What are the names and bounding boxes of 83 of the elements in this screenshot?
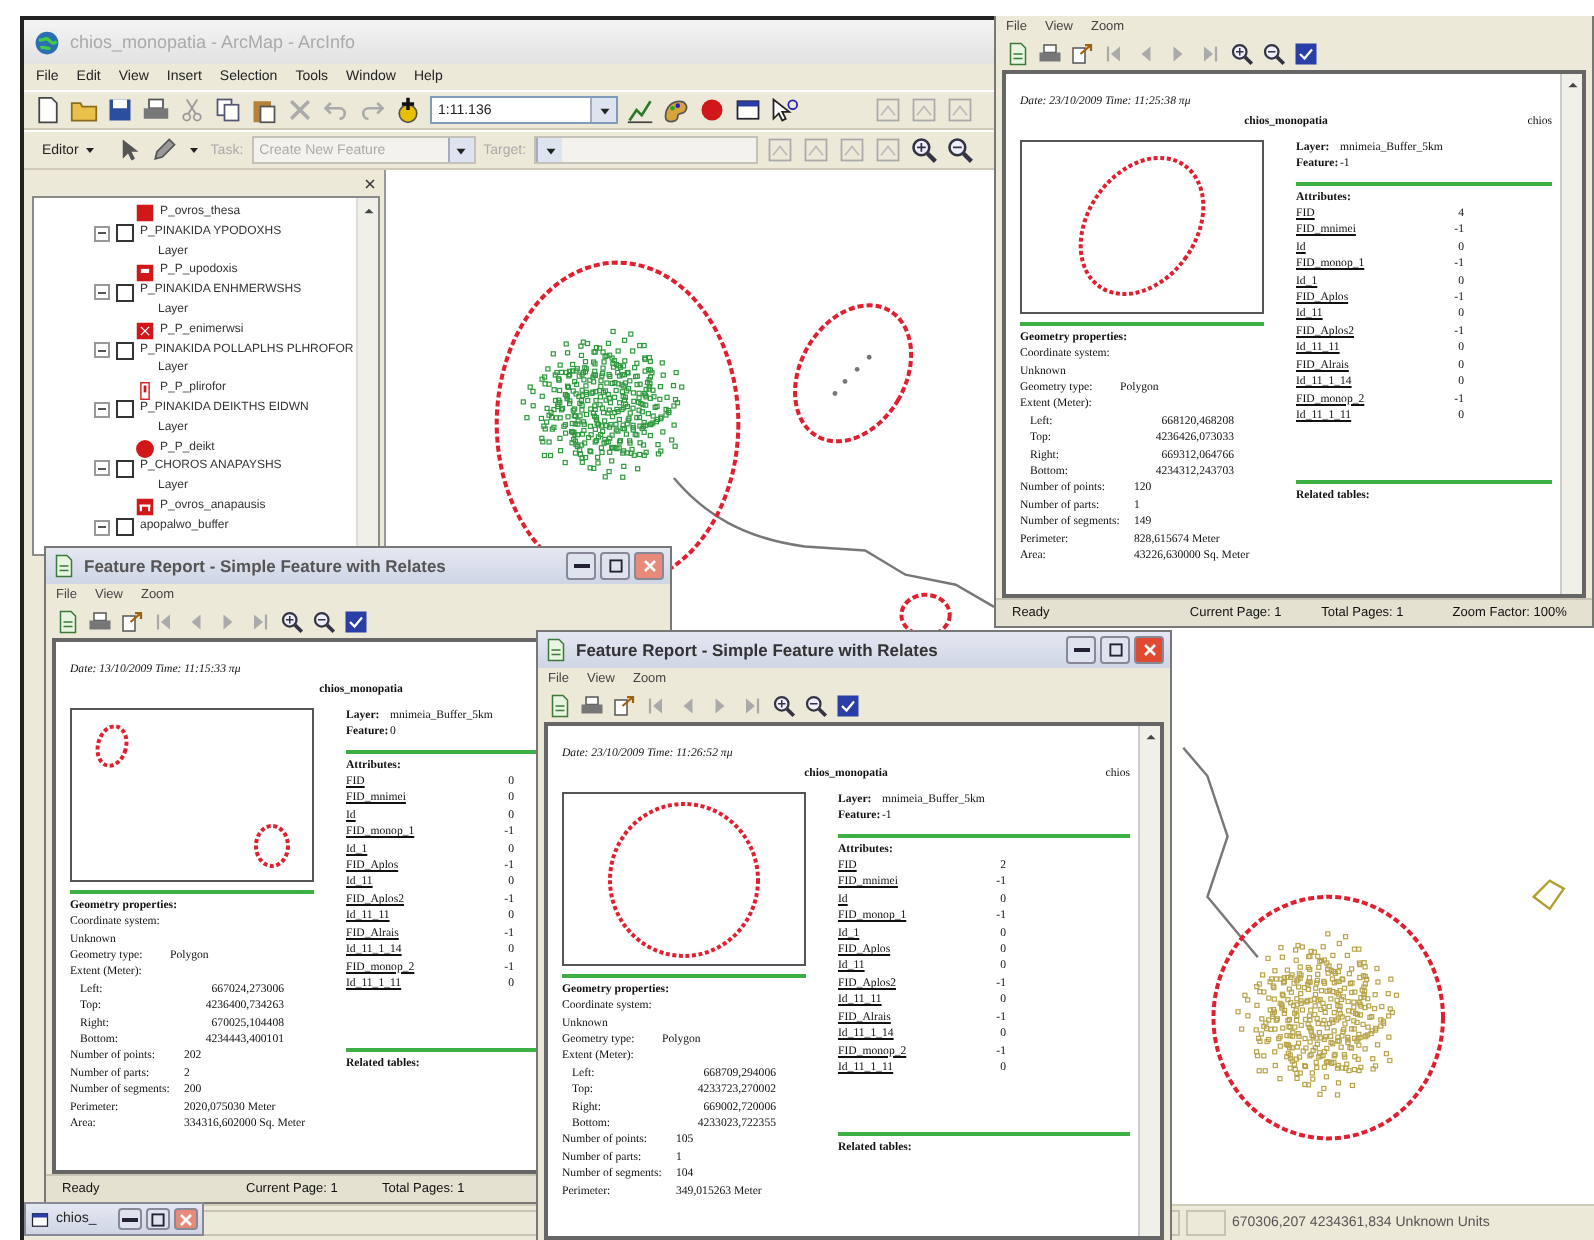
layer-checkbox[interactable] [116,459,134,478]
minimize-button[interactable] [118,1208,142,1230]
window-icon[interactable] [734,96,762,124]
layer-checkbox[interactable] [116,341,134,360]
caret-icon[interactable] [186,142,203,158]
globe-icon [34,29,60,55]
pencil-icon[interactable] [150,136,179,164]
report-icon [544,638,568,662]
window-title: Feature Report - Simple Feature with Relates [576,640,938,660]
checkbox-icon[interactable] [836,694,860,718]
scrollbar[interactable] [1560,74,1582,594]
help-pointer-icon[interactable] [770,96,798,124]
zoom-out-icon[interactable] [1262,42,1286,66]
line-graph-icon[interactable] [626,96,654,124]
polygon-outline [1531,879,1566,911]
expand-toggle[interactable] [94,460,110,477]
window-title: Feature Report - Simple Feature with Relates [84,556,446,576]
square-symbol-icon[interactable] [134,202,156,225]
minimize-button[interactable] [566,552,596,580]
bench-symbol-icon[interactable] [134,496,156,519]
zoom-in-icon[interactable] [910,136,939,164]
print-icon[interactable] [88,610,112,634]
window-title: chios_monopatia - ArcMap - ArcInfo [70,32,356,52]
marker-symbol-icon[interactable] [134,379,156,402]
maximize-icon [148,1209,168,1229]
expand-toggle[interactable] [94,284,110,301]
report-icon [52,554,76,578]
minimize-icon [1073,648,1089,652]
layer-checkbox[interactable] [116,400,134,419]
point-cluster [832,354,872,396]
maximize-icon [605,556,625,576]
expand-toggle[interactable] [94,342,110,359]
export-icon[interactable] [1070,42,1094,66]
maximize-button[interactable] [600,552,630,580]
sign-symbol-icon[interactable] [134,261,156,284]
close-icon [176,1209,196,1229]
minimize-icon [573,564,589,568]
minimize-icon [122,1217,138,1221]
maximize-icon [1105,640,1125,660]
close-button[interactable] [1134,636,1164,664]
status-pane [1186,1210,1226,1236]
expand-toggle[interactable] [94,401,110,418]
expand-toggle[interactable] [94,519,110,536]
scrollbar[interactable] [1138,726,1160,1236]
zoom-out-icon[interactable] [312,610,336,634]
report-page-icon[interactable] [548,694,572,718]
add-data-icon[interactable] [394,96,422,124]
buffer-ring [793,303,914,444]
report-page-icon[interactable] [1006,42,1030,66]
zoom-in-icon[interactable] [1230,42,1254,66]
paste-icon[interactable] [250,96,278,124]
print-icon[interactable] [1038,42,1062,66]
export-icon[interactable] [612,694,636,718]
checkbox-icon[interactable] [344,610,368,634]
caret-icon [82,142,99,158]
zoom-out-icon[interactable] [804,694,828,718]
report-page-icon[interactable] [56,610,80,634]
folder-icon[interactable] [70,96,98,124]
dot-symbol-icon[interactable] [134,437,156,460]
new-file-icon[interactable] [34,96,62,124]
close-icon[interactable] [362,175,378,191]
print-icon[interactable] [580,694,604,718]
maximize-button[interactable] [1100,636,1130,664]
zoom-in-icon[interactable] [280,610,304,634]
layer-checkbox[interactable] [116,518,134,537]
ball-icon[interactable] [698,96,726,124]
save-icon[interactable] [106,96,134,124]
zoom-out-icon[interactable] [946,136,975,164]
print-icon[interactable] [142,96,170,124]
expand-toggle[interactable] [94,225,110,242]
layer-checkbox[interactable] [116,224,134,243]
export-icon[interactable] [120,610,144,634]
palette-icon[interactable] [662,96,690,124]
board-symbol-icon[interactable] [134,320,156,343]
close-icon [639,556,659,576]
window-icon [30,1209,50,1229]
zoom-in-icon[interactable] [772,694,796,718]
close-icon [1139,640,1159,660]
copy-icon[interactable] [214,96,242,124]
maximize-button[interactable] [146,1208,170,1230]
checkbox-icon[interactable] [1294,42,1318,66]
minimize-button[interactable] [1066,636,1096,664]
layer-checkbox[interactable] [116,283,134,302]
